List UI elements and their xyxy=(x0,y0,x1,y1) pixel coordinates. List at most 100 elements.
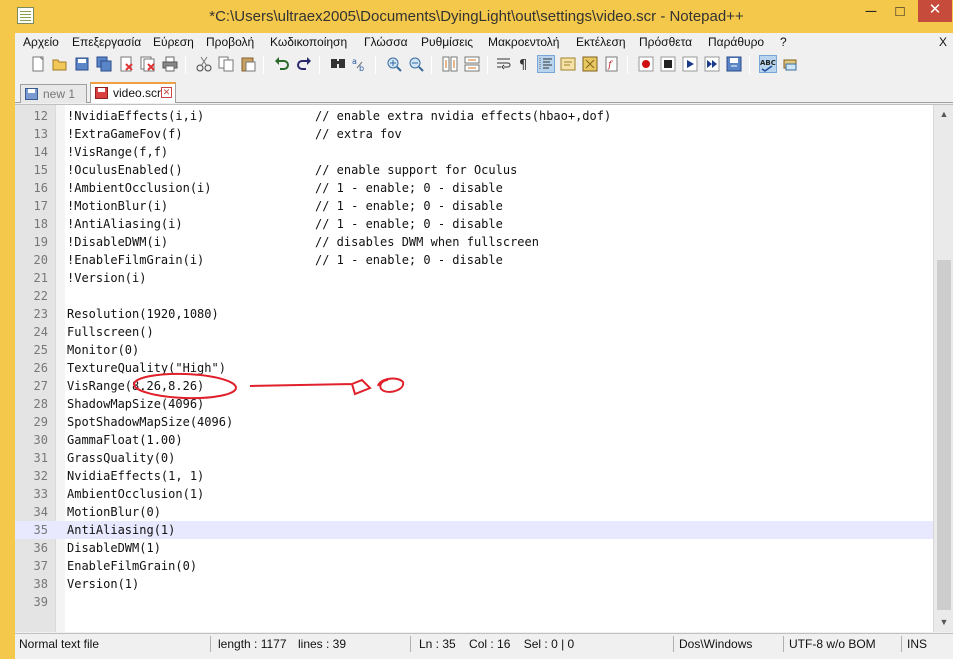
redo-icon[interactable] xyxy=(296,56,312,72)
zoom-in-icon[interactable] xyxy=(386,56,402,72)
code-line[interactable]: 26 TextureQuality("High") xyxy=(15,359,933,377)
code-line[interactable]: 15 !OculusEnabled() // enable support for … xyxy=(15,161,933,179)
line-number: 20 xyxy=(33,253,48,267)
menu-encoding[interactable]: Κωδικοποίηση xyxy=(270,35,347,49)
line-code: SpotShadowMapSize(4096) xyxy=(67,415,234,429)
run-macro-multiple-icon[interactable] xyxy=(704,56,720,72)
doc-map-icon[interactable] xyxy=(582,56,598,72)
line-code: Version(1) xyxy=(67,577,140,591)
status-divider xyxy=(410,636,411,652)
open-file-icon[interactable] xyxy=(52,56,68,72)
minimize-button[interactable]: ─ xyxy=(858,3,884,23)
code-line[interactable]: 28 ShadowMapSize(4096) xyxy=(15,395,933,413)
code-line[interactable]: 12 !NvidiaEffects(i,i) // enable extra nvi… xyxy=(15,107,933,125)
line-number: 33 xyxy=(33,487,48,501)
code-line[interactable]: 33 AmbientOcclusion(1) xyxy=(15,485,933,503)
code-line[interactable]: 23 Resolution(1920,1080) xyxy=(15,305,933,323)
close-icon[interactable] xyxy=(118,56,134,72)
code-line[interactable]: 17 !MotionBlur(i) // 1 - enable; 0 - disab… xyxy=(15,197,933,215)
code-line[interactable]: 18 !AntiAliasing(i) // 1 - enable; 0 - dis… xyxy=(15,215,933,233)
code-line[interactable]: 32 NvidiaEffects(1, 1) xyxy=(15,467,933,485)
line-number: 22 xyxy=(33,289,48,303)
menu-search[interactable]: Εύρεση xyxy=(153,35,194,49)
code-line[interactable]: 38 Version(1) xyxy=(15,575,933,593)
code-line[interactable]: 13 !ExtraGameFov(f) // extra fov xyxy=(15,125,933,143)
tab-video-scr[interactable]: video.scr ✕ xyxy=(90,82,176,103)
code-line[interactable]: 37 EnableFilmGrain(0) xyxy=(15,557,933,575)
play-macro-icon[interactable] xyxy=(682,56,698,72)
close-all-icon[interactable] xyxy=(140,56,156,72)
line-number: 31 xyxy=(33,451,48,465)
replace-icon[interactable]: ab xyxy=(352,56,368,72)
title-bar: *C:\Users\ultraex2005\Documents\DyingLig… xyxy=(0,0,953,33)
text-editor[interactable]: 12 !NvidiaEffects(i,i) // enable extra nvi… xyxy=(15,104,953,632)
word-wrap-icon[interactable] xyxy=(496,56,512,72)
code-line[interactable]: 35 AntiAliasing(1) xyxy=(15,521,933,539)
scroll-down-arrow-icon[interactable]: ▼ xyxy=(937,615,951,629)
menu-run[interactable]: Εκτέλεση xyxy=(576,35,626,49)
copy-icon[interactable] xyxy=(218,56,234,72)
cut-icon[interactable] xyxy=(196,56,212,72)
code-line[interactable]: 36 DisableDWM(1) xyxy=(15,539,933,557)
sync-vertical-icon[interactable] xyxy=(442,56,458,72)
line-comment: // 1 - enable; 0 - disable xyxy=(315,217,503,231)
code-line[interactable]: 24 Fullscreen() xyxy=(15,323,933,341)
spell-check-icon[interactable]: ABC xyxy=(759,55,777,73)
code-line[interactable]: 21 !Version(i) xyxy=(15,269,933,287)
close-document-button[interactable]: X xyxy=(939,35,947,49)
indent-guide-icon[interactable] xyxy=(537,55,555,73)
save-macro-icon[interactable] xyxy=(726,56,742,72)
save-all-icon[interactable] xyxy=(96,56,112,72)
code-line[interactable]: 29 SpotShadowMapSize(4096) xyxy=(15,413,933,431)
line-number: 34 xyxy=(33,505,48,519)
tab-close-icon[interactable]: ✕ xyxy=(161,87,172,98)
maximize-button[interactable]: □ xyxy=(887,3,913,23)
code-line[interactable]: 30 GammaFloat(1.00) xyxy=(15,431,933,449)
menu-help[interactable]: ? xyxy=(780,35,787,49)
zoom-out-icon[interactable] xyxy=(408,56,424,72)
toolbar-separator xyxy=(627,56,628,74)
code-line[interactable]: 16 !AmbientOcclusion(i) // 1 - enable; 0 -… xyxy=(15,179,933,197)
show-all-chars-icon[interactable]: ¶ xyxy=(516,56,532,72)
stop-macro-icon[interactable] xyxy=(660,56,676,72)
code-line[interactable]: 19 !DisableDWM(i) // disables DWM when ful… xyxy=(15,233,933,251)
new-file-icon[interactable] xyxy=(30,56,46,72)
code-line[interactable]: 25 Monitor(0) xyxy=(15,341,933,359)
line-code: !EnableFilmGrain(i) xyxy=(67,253,205,267)
sync-horizontal-icon[interactable] xyxy=(464,56,480,72)
menu-edit[interactable]: Επεξεργασία xyxy=(72,35,141,49)
toolbar-separator xyxy=(431,56,432,74)
user-defined-lang-icon[interactable] xyxy=(560,56,576,72)
paste-icon[interactable] xyxy=(240,56,256,72)
menu-language[interactable]: Γλώσσα xyxy=(364,35,408,49)
function-list-icon[interactable]: f xyxy=(604,56,620,72)
tab-new-1[interactable]: new 1 xyxy=(20,84,87,103)
line-code: VisRange(8.26,8.26) xyxy=(67,379,205,393)
code-line[interactable]: 14 !VisRange(f,f) xyxy=(15,143,933,161)
close-window-button[interactable]: ✕ xyxy=(918,0,952,22)
scrollbar-thumb[interactable] xyxy=(937,260,951,610)
line-code: Fullscreen() xyxy=(67,325,154,339)
code-line[interactable]: 34 MotionBlur(0) xyxy=(15,503,933,521)
record-macro-icon[interactable] xyxy=(638,56,654,72)
menu-view[interactable]: Προβολή xyxy=(206,35,254,49)
vertical-scrollbar[interactable]: ▲ ▼ xyxy=(933,105,953,632)
print-icon[interactable] xyxy=(162,56,178,72)
code-line[interactable]: 31 GrassQuality(0) xyxy=(15,449,933,467)
code-line[interactable]: 27 VisRange(8.26,8.26) xyxy=(15,377,933,395)
menu-window[interactable]: Παράθυρο xyxy=(708,35,764,49)
undo-icon[interactable] xyxy=(274,56,290,72)
menu-file[interactable]: Αρχείο xyxy=(23,35,59,49)
menu-plugins[interactable]: Πρόσθετα xyxy=(639,35,692,49)
menu-settings[interactable]: Ρυθμίσεις xyxy=(421,35,473,49)
find-icon[interactable] xyxy=(330,56,346,72)
code-line[interactable]: 22 xyxy=(15,287,933,305)
scroll-up-arrow-icon[interactable]: ▲ xyxy=(937,107,951,121)
spell-check-auto-icon[interactable] xyxy=(782,56,798,72)
menu-macro[interactable]: Μακροεντολή xyxy=(488,35,559,49)
line-number: 18 xyxy=(33,217,48,231)
save-icon[interactable] xyxy=(74,56,90,72)
code-line[interactable]: 39 xyxy=(15,593,933,611)
code-line[interactable]: 20 !EnableFilmGrain(i) // 1 - enable; 0 - … xyxy=(15,251,933,269)
line-number: 35 xyxy=(33,523,48,537)
